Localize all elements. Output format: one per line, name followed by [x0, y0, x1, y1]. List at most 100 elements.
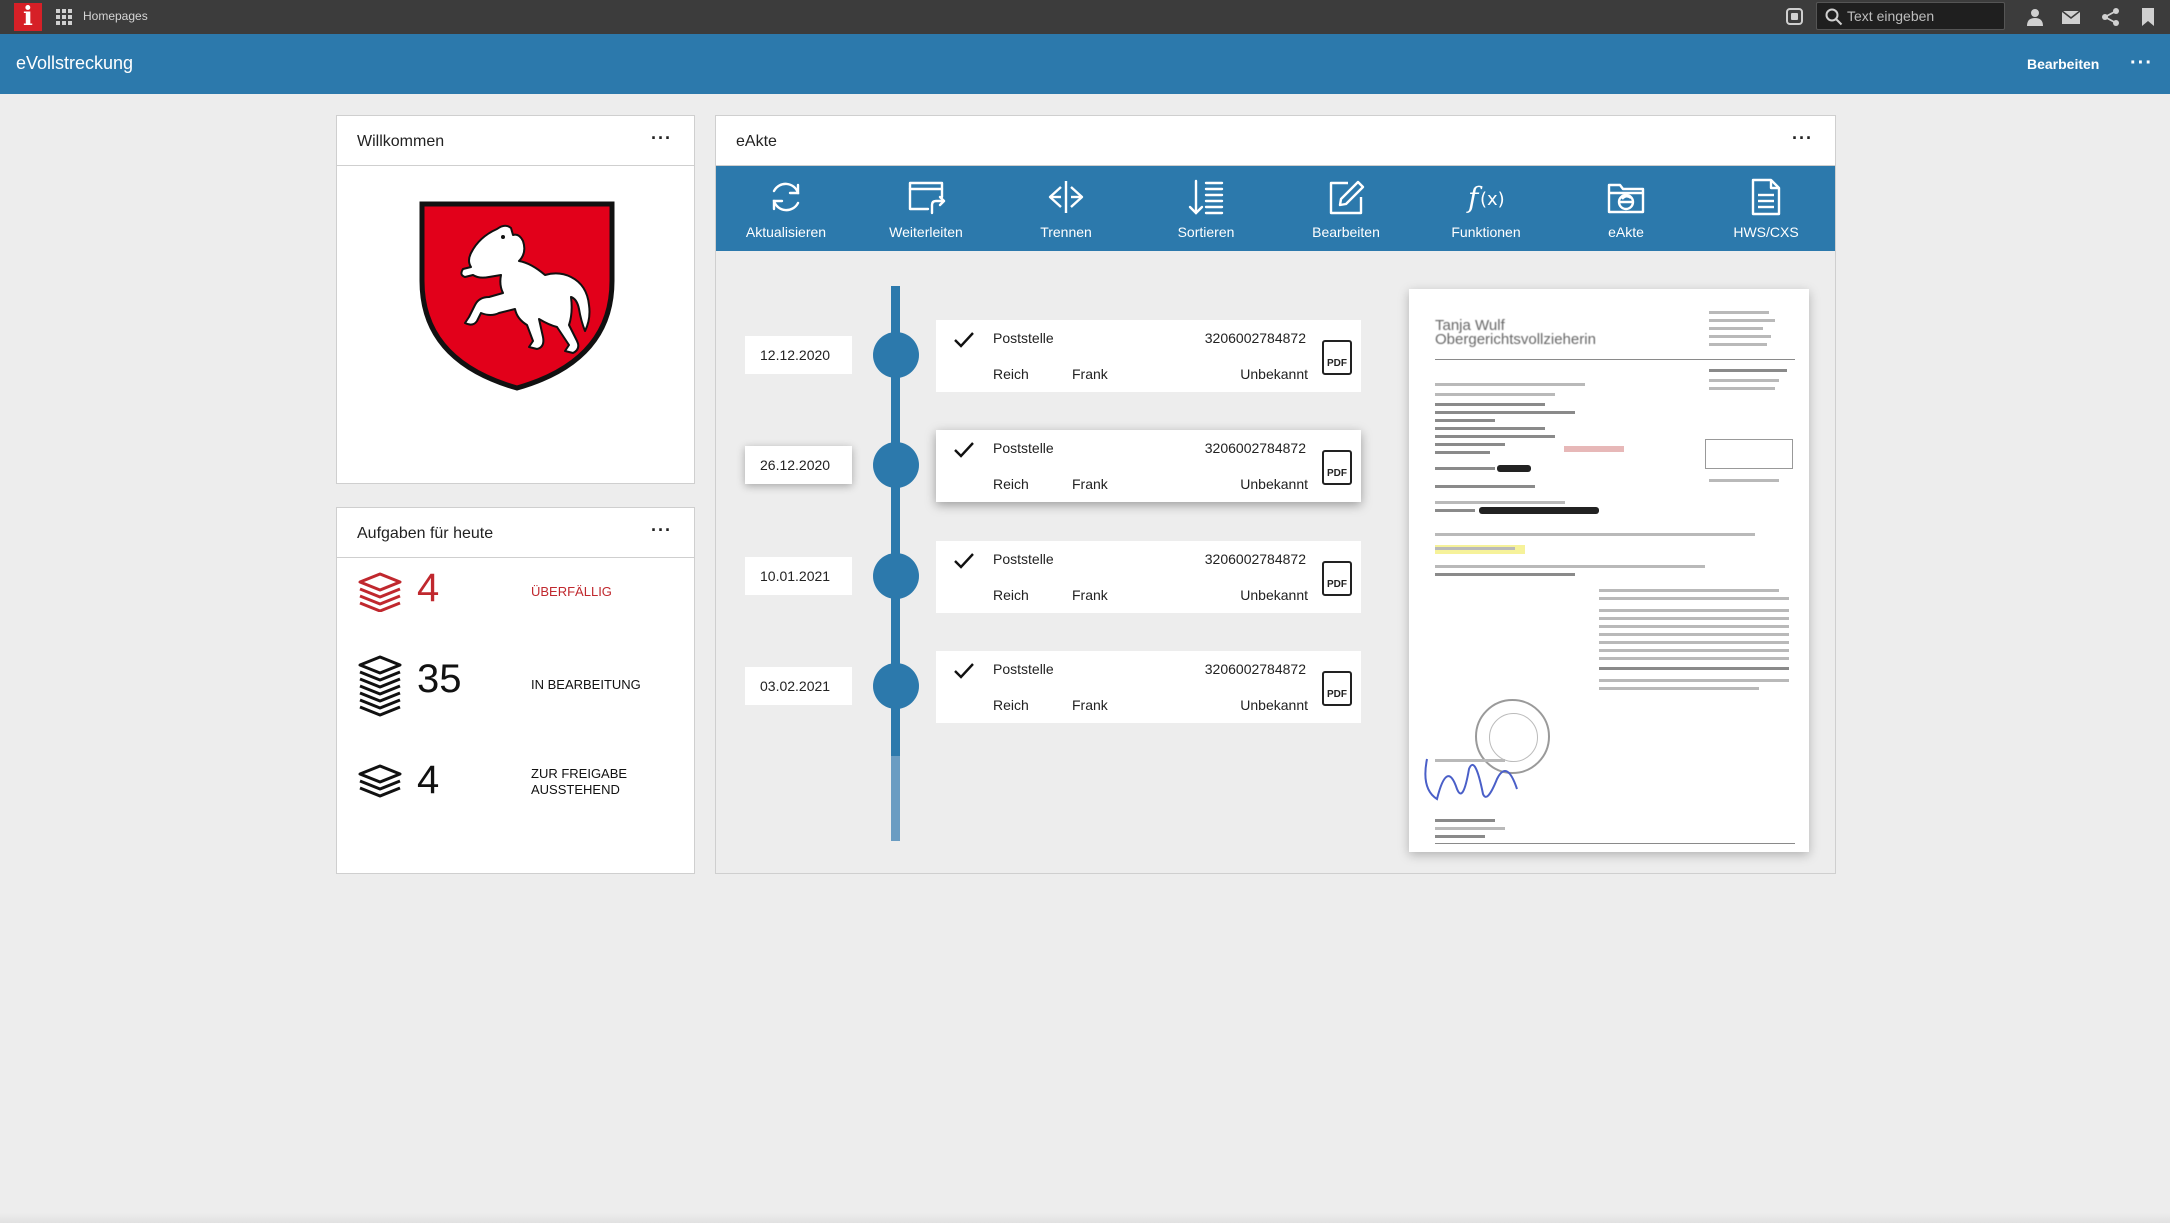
eakte-card-title: eAkte — [736, 133, 777, 150]
timeline-node[interactable] — [873, 553, 919, 599]
user-icon[interactable] — [2025, 7, 2045, 27]
stack-large-icon — [358, 655, 402, 717]
breadcrumb-homepages[interactable]: Homepages — [83, 9, 148, 23]
functions-label: Funktionen — [1451, 224, 1521, 240]
tasks-card: Aufgaben für heute ··· 4 ÜBERFÄLLIG 35 I… — [336, 507, 695, 874]
reference-box — [1705, 439, 1793, 469]
document-icon — [1751, 178, 1781, 216]
entry-lastname: Reich — [993, 366, 1029, 382]
check-icon — [954, 663, 974, 679]
function-icon: f (x) — [1466, 181, 1505, 214]
sort-icon — [1188, 179, 1224, 215]
timeline-node[interactable] — [873, 332, 919, 378]
app-more-menu-icon[interactable]: ··· — [2130, 52, 2153, 75]
task-overdue-label: ÜBERFÄLLIG — [531, 584, 612, 599]
timeline-entry[interactable]: Poststelle 3206002784872 Reich Frank Unb… — [936, 541, 1361, 613]
entry-firstname: Frank — [1072, 476, 1108, 492]
entry-lastname: Reich — [993, 587, 1029, 603]
app-header: eVollstreckung Bearbeiten ··· — [0, 34, 2170, 94]
edit-button[interactable]: Bearbeiten — [1276, 166, 1416, 251]
refresh-label: Aktualisieren — [745, 224, 827, 240]
welcome-card: Willkommen ··· — [336, 115, 695, 484]
entry-number: 3206002784872 — [1204, 330, 1306, 346]
apps-grid-icon[interactable] — [56, 9, 72, 25]
eakte-card: eAkte ··· Aktualisieren Weiterleiten Tre… — [715, 115, 1836, 874]
split-button[interactable]: Trennen — [996, 166, 1136, 251]
bookmark-icon[interactable] — [2138, 7, 2158, 27]
entry-lastname: Reich — [993, 476, 1029, 492]
entry-sender: Poststelle — [993, 661, 1054, 677]
refresh-icon — [772, 182, 800, 212]
pdf-file-icon[interactable]: PDF — [1322, 671, 1352, 706]
received-stamp — [1564, 446, 1624, 452]
eakte-folder-icon — [1607, 183, 1645, 214]
eakte-button[interactable]: eAkte — [1556, 166, 1696, 251]
refresh-button[interactable]: Aktualisieren — [716, 166, 856, 251]
timeline-date[interactable]: 10.01.2021 — [745, 557, 852, 595]
task-pending-approval-label: ZUR FREIGABE AUSSTEHEND — [531, 766, 628, 797]
welcome-card-menu-icon[interactable]: ··· — [651, 128, 672, 149]
forward-icon — [908, 181, 946, 215]
task-in-progress-count: 35 — [417, 657, 462, 701]
hws-cxs-label: HWS/CXS — [1733, 224, 1799, 240]
entry-firstname: Frank — [1072, 587, 1108, 603]
eakte-toolbar: Aktualisieren Weiterleiten Trennen Sorti… — [716, 166, 1835, 251]
entry-number: 3206002784872 — [1204, 551, 1306, 567]
eakte-label: eAkte — [1608, 224, 1644, 240]
pdf-file-icon[interactable]: PDF — [1322, 561, 1352, 596]
edit-label: Bearbeiten — [1312, 224, 1380, 240]
coat-of-arms-emblem — [419, 201, 615, 391]
timeline-date[interactable]: 12.12.2020 — [745, 336, 852, 374]
task-pending-approval-count: 4 — [417, 758, 440, 802]
task-in-progress-label: IN BEARBEITUNG — [531, 677, 641, 692]
entry-number: 3206002784872 — [1204, 661, 1306, 677]
check-icon — [954, 442, 974, 458]
bottom-shade — [0, 1213, 2170, 1223]
timeline-date[interactable]: 03.02.2021 — [745, 667, 852, 705]
functions-button[interactable]: f (x) Funktionen — [1416, 166, 1556, 251]
timeline-date[interactable]: 26.12.2020 — [745, 446, 852, 484]
search-input[interactable] — [1847, 6, 1997, 26]
entry-status: Unbekannt — [1240, 476, 1308, 492]
sort-label: Sortieren — [1177, 224, 1235, 240]
eakte-card-header: eAkte ··· — [716, 116, 1835, 166]
pdf-file-icon[interactable]: PDF — [1322, 450, 1352, 485]
tasks-card-header: Aufgaben für heute ··· — [337, 508, 694, 558]
entry-status: Unbekannt — [1240, 366, 1308, 382]
tasks-card-title: Aufgaben für heute — [357, 525, 494, 542]
timeline-entry-selected[interactable]: Poststelle 3206002784872 Reich Frank Unb… — [936, 430, 1361, 502]
document-preview-role: Obergerichtsvollzieherin — [1435, 331, 1596, 348]
timeline-line-end — [891, 756, 900, 841]
welcome-card-title: Willkommen — [357, 133, 445, 150]
stack-small-icon — [358, 572, 402, 612]
entry-lastname: Reich — [993, 697, 1029, 713]
pdf-file-icon[interactable]: PDF — [1322, 340, 1352, 375]
entry-number: 3206002784872 — [1204, 440, 1306, 456]
timeline-entry[interactable]: Poststelle 3206002784872 Reich Frank Unb… — [936, 651, 1361, 723]
search-icon — [1825, 8, 1843, 26]
sort-button[interactable]: Sortieren — [1136, 166, 1276, 251]
edit-page-button[interactable]: Bearbeiten — [2027, 56, 2099, 72]
hws-cxs-button[interactable]: HWS/CXS — [1696, 166, 1836, 251]
document-preview-heading: Tanja Wulf Obergerichtsvollzieherin — [1435, 318, 1596, 348]
eakte-card-menu-icon[interactable]: ··· — [1792, 128, 1813, 149]
mail-icon[interactable] — [2061, 7, 2081, 27]
tasks-card-menu-icon[interactable]: ··· — [651, 520, 672, 541]
search-box[interactable] — [1816, 2, 2005, 30]
forward-button[interactable]: Weiterleiten — [856, 166, 996, 251]
stack-medium-icon — [358, 764, 402, 798]
document-preview[interactable]: Tanja Wulf Obergerichtsvollzieherin — [1409, 289, 1809, 852]
entry-firstname: Frank — [1072, 697, 1108, 713]
app-logo[interactable]: i — [14, 3, 42, 31]
share-icon[interactable] — [2101, 7, 2121, 27]
timeline-node[interactable] — [873, 442, 919, 488]
entry-sender: Poststelle — [993, 440, 1054, 456]
timeline-node[interactable] — [873, 663, 919, 709]
top-bar: i Homepages — [0, 0, 2170, 34]
entry-status: Unbekannt — [1240, 587, 1308, 603]
entry-firstname: Frank — [1072, 366, 1108, 382]
window-icon[interactable] — [1786, 8, 1803, 25]
timeline-entry[interactable]: Poststelle 3206002784872 Reich Frank Unb… — [936, 320, 1361, 392]
entry-sender: Poststelle — [993, 551, 1054, 567]
task-overdue-count: 4 — [417, 566, 440, 610]
